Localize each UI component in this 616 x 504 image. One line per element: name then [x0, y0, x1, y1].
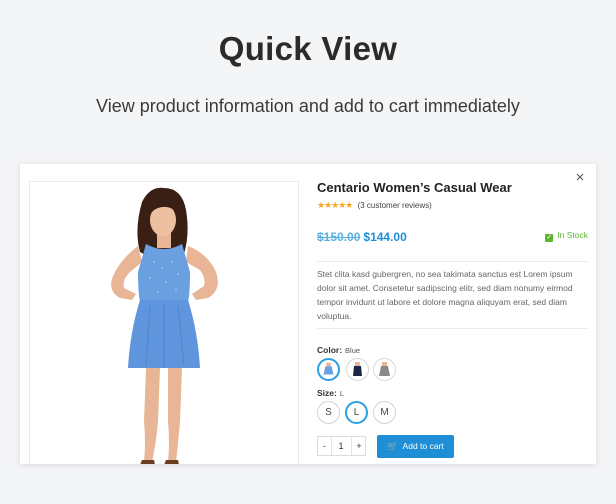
size-option-m[interactable]: M [373, 401, 396, 424]
color-label: Color: [317, 345, 343, 355]
cart-icon: 🛒 [387, 441, 399, 451]
product-image [29, 181, 299, 464]
size-option-label: Size: L [317, 388, 344, 398]
check-icon: ✓ [545, 234, 554, 242]
divider [317, 328, 588, 329]
hero-title: Quick View [218, 30, 398, 67]
stock-status: ✓ In Stock [545, 230, 588, 242]
product-description: Stet clita kasd gubergren, no sea takima… [317, 269, 573, 321]
color-swatch-blue[interactable] [317, 358, 340, 381]
star-rating-icon: ★★★★★ [317, 200, 353, 210]
rating-row: ★★★★★ (3 customer reviews) [317, 200, 432, 211]
size-value: L [339, 389, 345, 398]
color-value: Blue [345, 346, 361, 355]
size-option-s[interactable]: S [317, 401, 340, 424]
color-option-label: Color: Blue [317, 345, 360, 355]
add-to-cart-button[interactable]: 🛒 Add to cart [377, 435, 454, 458]
close-icon[interactable]: × [572, 170, 588, 186]
price-row: $150.00 $144.00 ✓ In Stock [317, 228, 588, 246]
hero-subtitle: View product information and add to cart… [96, 96, 520, 116]
quantity-increase-button[interactable]: + [351, 437, 366, 455]
quick-view-modal: × Centario Women’s Casual Wear ★★★★★ (3 … [20, 164, 596, 464]
divider [317, 261, 588, 262]
old-price: $150.00 [317, 230, 361, 244]
quantity-stepper: - 1 + [317, 436, 366, 456]
quantity-input[interactable]: 1 [331, 437, 351, 455]
color-swatch-grey[interactable] [373, 358, 396, 381]
model-illustration [111, 187, 218, 464]
add-to-cart-label: Add to cart [402, 441, 444, 451]
reviews-link[interactable]: (3 customer reviews) [358, 201, 432, 210]
stock-label: In Stock [557, 230, 588, 240]
size-label: Size: [317, 388, 337, 398]
quantity-decrease-button[interactable]: - [318, 437, 332, 455]
new-price: $144.00 [363, 230, 407, 244]
product-title: Centario Women’s Casual Wear [317, 180, 512, 195]
color-swatch-navy[interactable] [346, 358, 369, 381]
size-option-l[interactable]: L [345, 401, 368, 424]
